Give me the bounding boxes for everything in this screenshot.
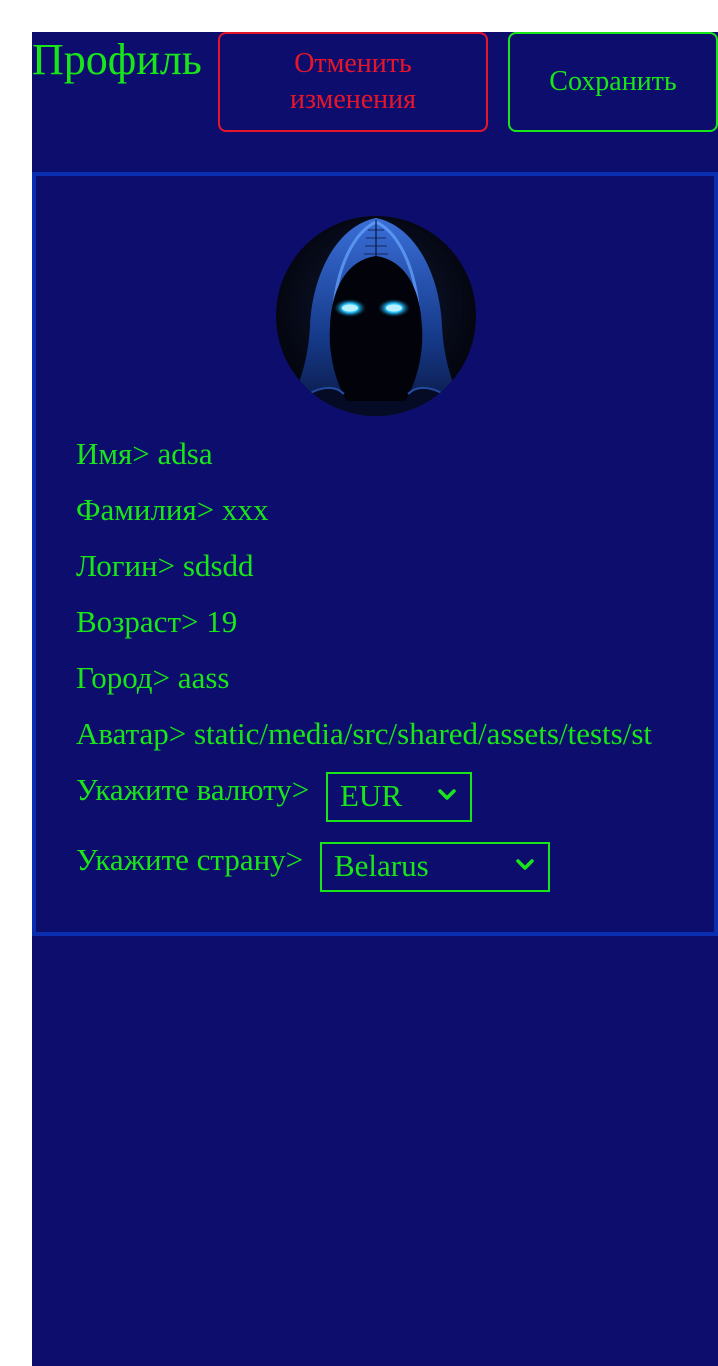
save-button[interactable]: Сохранить xyxy=(508,32,718,132)
currency-label: Укажите валюту> xyxy=(76,772,310,807)
chevron-down-icon xyxy=(516,859,534,870)
chevron-down-icon xyxy=(438,789,456,800)
login-field: Логин> sdsdd xyxy=(76,548,254,583)
first-name-field: Имя> adsa xyxy=(76,436,213,471)
avatar-path-field: Аватар> static/media/src/shared/assets/t… xyxy=(76,716,652,751)
hooded-figure-avatar-icon xyxy=(286,218,466,416)
page-title: Профиль xyxy=(32,35,202,84)
country-select[interactable]: Belarus xyxy=(320,842,550,892)
city-field: Город> aass xyxy=(76,660,230,695)
profile-card: Имя> adsa Фамилия> xxx Логин> sdsdd Возр… xyxy=(32,172,718,936)
country-label: Укажите страну> xyxy=(76,842,304,877)
last-name-field: Фамилия> xxx xyxy=(76,492,269,527)
avatar xyxy=(276,216,476,416)
cancel-changes-button[interactable]: Отменить изменения xyxy=(218,32,488,132)
country-selected-value: Belarus xyxy=(334,848,429,883)
currency-select[interactable]: EUR xyxy=(326,772,472,822)
profile-page: Профиль Отменить изменения Сохранить Имя… xyxy=(32,32,718,1366)
currency-selected-value: EUR xyxy=(340,778,402,813)
age-field: Возраст> 19 xyxy=(76,604,238,639)
